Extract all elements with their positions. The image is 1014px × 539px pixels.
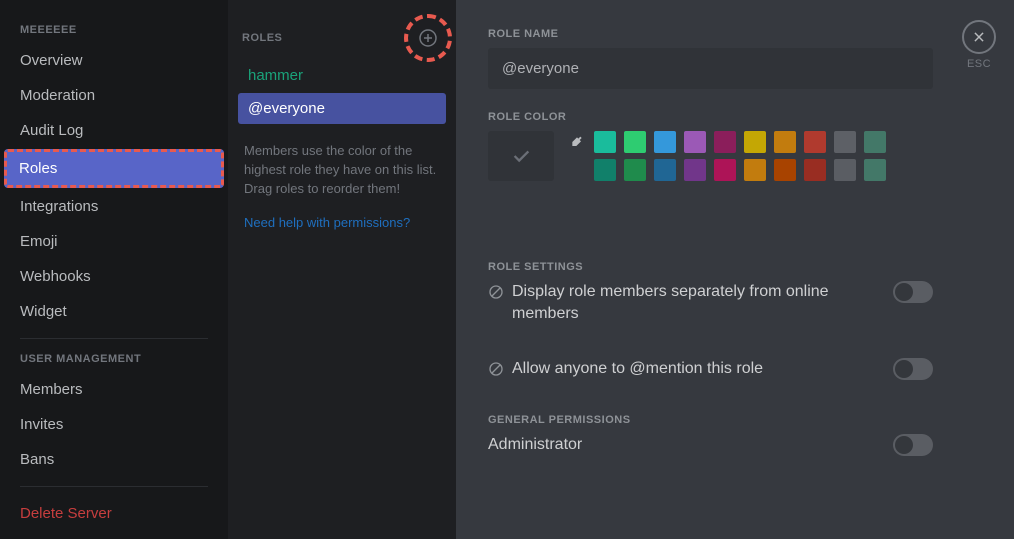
roles-hint-text: Members use the color of the highest rol… [238,126,446,199]
close-button[interactable] [962,20,996,54]
setting-display-text: Display role members separately from onl… [512,281,848,324]
toggle-allow-mention[interactable] [893,358,933,380]
setting-display-separately: Display role members separately from onl… [488,281,933,324]
sidebar-item-roles[interactable]: Roles [4,149,224,188]
color-swatch[interactable] [654,159,676,181]
role-name-input[interactable] [488,48,933,89]
sidebar-heading-user-mgmt: USER MANAGEMENT [8,349,220,369]
sidebar-item-widget[interactable]: Widget [8,295,220,328]
sidebar-divider [20,338,208,339]
toggle-administrator[interactable] [893,434,933,456]
eyedropper-button[interactable] [564,131,586,153]
eyedropper-icon [567,134,583,150]
role-settings-label: ROLE SETTINGS [488,261,974,273]
role-color-label: ROLE COLOR [488,111,974,123]
roles-heading: ROLES [242,32,282,44]
sidebar-item-emoji[interactable]: Emoji [8,225,220,258]
sidebar-divider [20,486,208,487]
prohibit-icon [488,361,504,377]
settings-sidebar: MEEEEEE Overview Moderation Audit Log Ro… [0,0,228,539]
color-swatch[interactable] [624,131,646,153]
color-swatch[interactable] [834,159,856,181]
color-swatch[interactable] [654,131,676,153]
esc-label: ESC [962,58,996,70]
prohibit-icon [488,284,504,300]
permission-administrator: Administrator [488,434,933,456]
color-swatch[interactable] [624,159,646,181]
color-swatch[interactable] [804,159,826,181]
permission-admin-text: Administrator [488,434,582,456]
color-swatch[interactable] [684,131,706,153]
sidebar-item-members[interactable]: Members [8,373,220,406]
close-icon [972,30,986,44]
color-swatch[interactable] [864,131,886,153]
check-icon [510,145,532,167]
setting-allow-mention: Allow anyone to @mention this role [488,358,933,380]
delete-server-button[interactable]: Delete Server [8,497,220,530]
role-item-everyone[interactable]: @everyone [238,93,446,124]
sidebar-item-overview[interactable]: Overview [8,44,220,77]
sidebar-item-audit-log[interactable]: Audit Log [8,114,220,147]
color-row-2 [564,159,886,181]
sidebar-heading-server: MEEEEEE [8,20,220,40]
color-swatch[interactable] [714,131,736,153]
add-role-button[interactable] [414,24,442,52]
sidebar-item-invites[interactable]: Invites [8,408,220,441]
color-swatch[interactable] [744,131,766,153]
color-swatch[interactable] [594,131,616,153]
plus-icon [419,29,437,47]
color-swatch[interactable] [594,159,616,181]
default-color-swatch[interactable] [488,131,554,181]
sidebar-item-moderation[interactable]: Moderation [8,79,220,112]
sidebar-item-webhooks[interactable]: Webhooks [8,260,220,293]
color-swatch[interactable] [774,131,796,153]
color-swatch[interactable] [804,131,826,153]
role-item-hammer[interactable]: hammer [238,60,446,91]
color-swatch[interactable] [864,159,886,181]
permissions-help-link[interactable]: Need help with permissions? [238,199,446,230]
color-row-1 [564,131,886,153]
color-swatch[interactable] [744,159,766,181]
close-area: ESC [962,20,996,70]
sidebar-item-integrations[interactable]: Integrations [8,190,220,223]
color-swatch[interactable] [684,159,706,181]
color-swatch[interactable] [714,159,736,181]
setting-mention-text: Allow anyone to @mention this role [512,358,763,380]
color-swatch[interactable] [774,159,796,181]
toggle-display-separately[interactable] [893,281,933,303]
role-name-label: ROLE NAME [488,28,974,40]
role-detail-panel: ROLE NAME ROLE COLOR ROLE SETTINGS Displ… [456,0,1014,539]
color-swatch[interactable] [834,131,856,153]
sidebar-item-bans[interactable]: Bans [8,443,220,476]
general-permissions-label: GENERAL PERMISSIONS [488,414,974,426]
roles-column: ROLES hammer @everyone Members use the c… [228,0,456,539]
